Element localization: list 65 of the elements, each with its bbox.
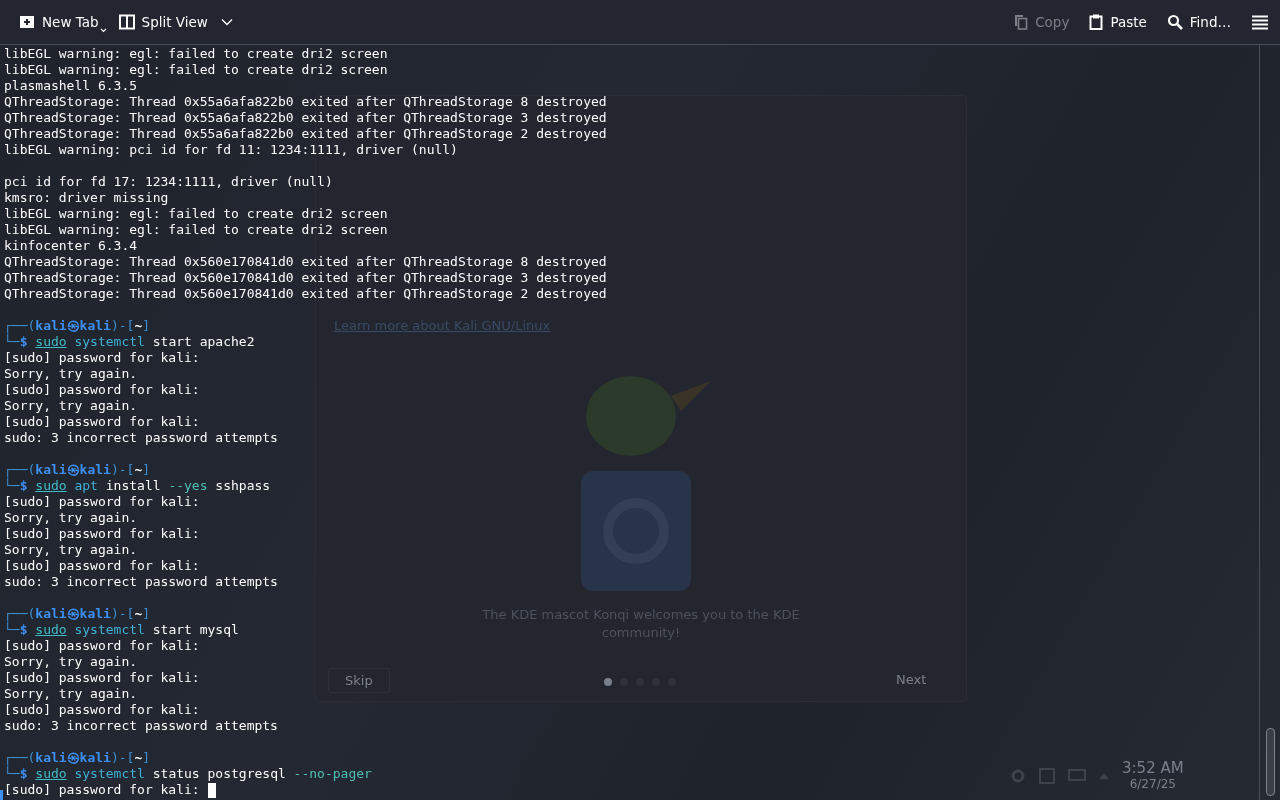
terminal-line: plasmashell 6.3.5 (4, 78, 138, 94)
terminal-line: QThreadStorage: Thread 0x560e170841d0 exited after QThreadStorage 2 destroyed (4, 286, 607, 302)
terminal-line: [sudo] password for kali: (4, 782, 201, 798)
split-view-icon (118, 14, 135, 30)
storage-icon (1039, 768, 1055, 784)
prompt-line: ┌──(kali㉿kali)-[~] (4, 462, 151, 478)
prompt-line: ┌──(kali㉿kali)-[~] (4, 606, 151, 622)
terminal-line: Sorry, try again. (4, 654, 138, 670)
network-icon (1068, 769, 1086, 783)
new-tab-button[interactable]: New Tab (14, 7, 104, 37)
up-arrow-icon (1099, 773, 1109, 779)
terminal-line: libEGL warning: egl: failed to create dri2 screen (4, 62, 388, 78)
terminal-line: QThreadStorage: Thread 0x55a6afa822b0 exited after QThreadStorage 3 destroyed (4, 110, 607, 126)
command-line: └─$ sudo systemctl start mysql (4, 622, 239, 638)
text-cursor (207, 782, 216, 798)
terminal-line: [sudo] password for kali: (4, 638, 200, 654)
terminal-line: [sudo] password for kali: (4, 670, 200, 686)
terminal-line: Sorry, try again. (4, 542, 138, 558)
caret-icon (100, 28, 107, 33)
terminal-line: libEGL warning: egl: failed to create dri2 screen (4, 46, 388, 62)
terminal-line: sudo: 3 incorrect password attempts (4, 574, 278, 590)
terminal-line: kinfocenter 6.3.4 (4, 238, 138, 254)
clock-date: 6/27/25 (1128, 776, 1177, 792)
terminal-line: [sudo] password for kali: (4, 526, 200, 542)
next-button[interactable]: Next (896, 672, 927, 687)
clock-time: 3:52 AM (1122, 760, 1184, 776)
gear-icon (1010, 768, 1026, 784)
terminal-line: Sorry, try again. (4, 510, 138, 526)
menu-icon[interactable] (1252, 14, 1268, 30)
split-view-button[interactable]: Split View (113, 7, 238, 37)
scrollbar-handle[interactable] (1265, 728, 1275, 796)
terminal-line: [sudo] password for kali: (4, 382, 200, 398)
terminal-line: kmsro: driver missing (4, 190, 169, 206)
paste-button[interactable]: Paste (1084, 7, 1152, 37)
terminal-line: Sorry, try again. (4, 398, 138, 414)
terminal-line: [sudo] password for kali: (4, 350, 200, 366)
terminal-line: [sudo] password for kali: (4, 494, 200, 510)
command-line: └─$ sudo systemctl status postgresql --no-pager (4, 766, 372, 782)
terminal-line: [sudo] password for kali: (4, 414, 200, 430)
page-dot[interactable] (604, 678, 612, 686)
search-icon (1166, 14, 1183, 30)
chevron-down-icon (220, 18, 233, 26)
prompt-line: ┌──(kali㉿kali)-[~] (4, 750, 151, 766)
terminal-line: Sorry, try again. (4, 366, 138, 382)
terminal-line: QThreadStorage: Thread 0x560e170841d0 exited after QThreadStorage 3 destroyed (4, 270, 607, 286)
terminal-line: libEGL warning: pci id for fd 11: 1234:1111, driver (null) (4, 142, 458, 158)
prompt-line: ┌──(kali㉿kali)-[~] (4, 318, 151, 334)
command-line: └─$ sudo apt install --yes sshpass (4, 478, 271, 494)
terminal-line: QThreadStorage: Thread 0x55a6afa822b0 exited after QThreadStorage 2 destroyed (4, 126, 607, 142)
copy-icon (1014, 14, 1029, 30)
new-tab-icon (19, 14, 35, 30)
terminal-line: sudo: 3 incorrect password attempts (4, 718, 278, 734)
terminal-line: Sorry, try again. (4, 686, 138, 702)
terminal-line: pci id for fd 17: 1234:1111, driver (null) (4, 174, 333, 190)
terminal-line: [sudo] password for kali: (4, 702, 200, 718)
terminal-line: QThreadStorage: Thread 0x55a6afa822b0 exited after QThreadStorage 8 destroyed (4, 94, 607, 110)
clipboard-icon (1089, 14, 1104, 30)
terminal-line: libEGL warning: egl: failed to create dri2 screen (4, 222, 388, 238)
skip-button[interactable]: Skip (328, 668, 390, 693)
terminal-line: sudo: 3 incorrect password attempts (4, 430, 278, 446)
terminal-line: libEGL warning: egl: failed to create dri2 screen (4, 206, 388, 222)
terminal-line: QThreadStorage: Thread 0x560e170841d0 exited after QThreadStorage 8 destroyed (4, 254, 607, 270)
terminal-line: [sudo] password for kali: (4, 558, 200, 574)
command-line: └─$ sudo systemctl start apache2 (4, 334, 255, 350)
find-button[interactable]: Find… (1161, 7, 1236, 37)
